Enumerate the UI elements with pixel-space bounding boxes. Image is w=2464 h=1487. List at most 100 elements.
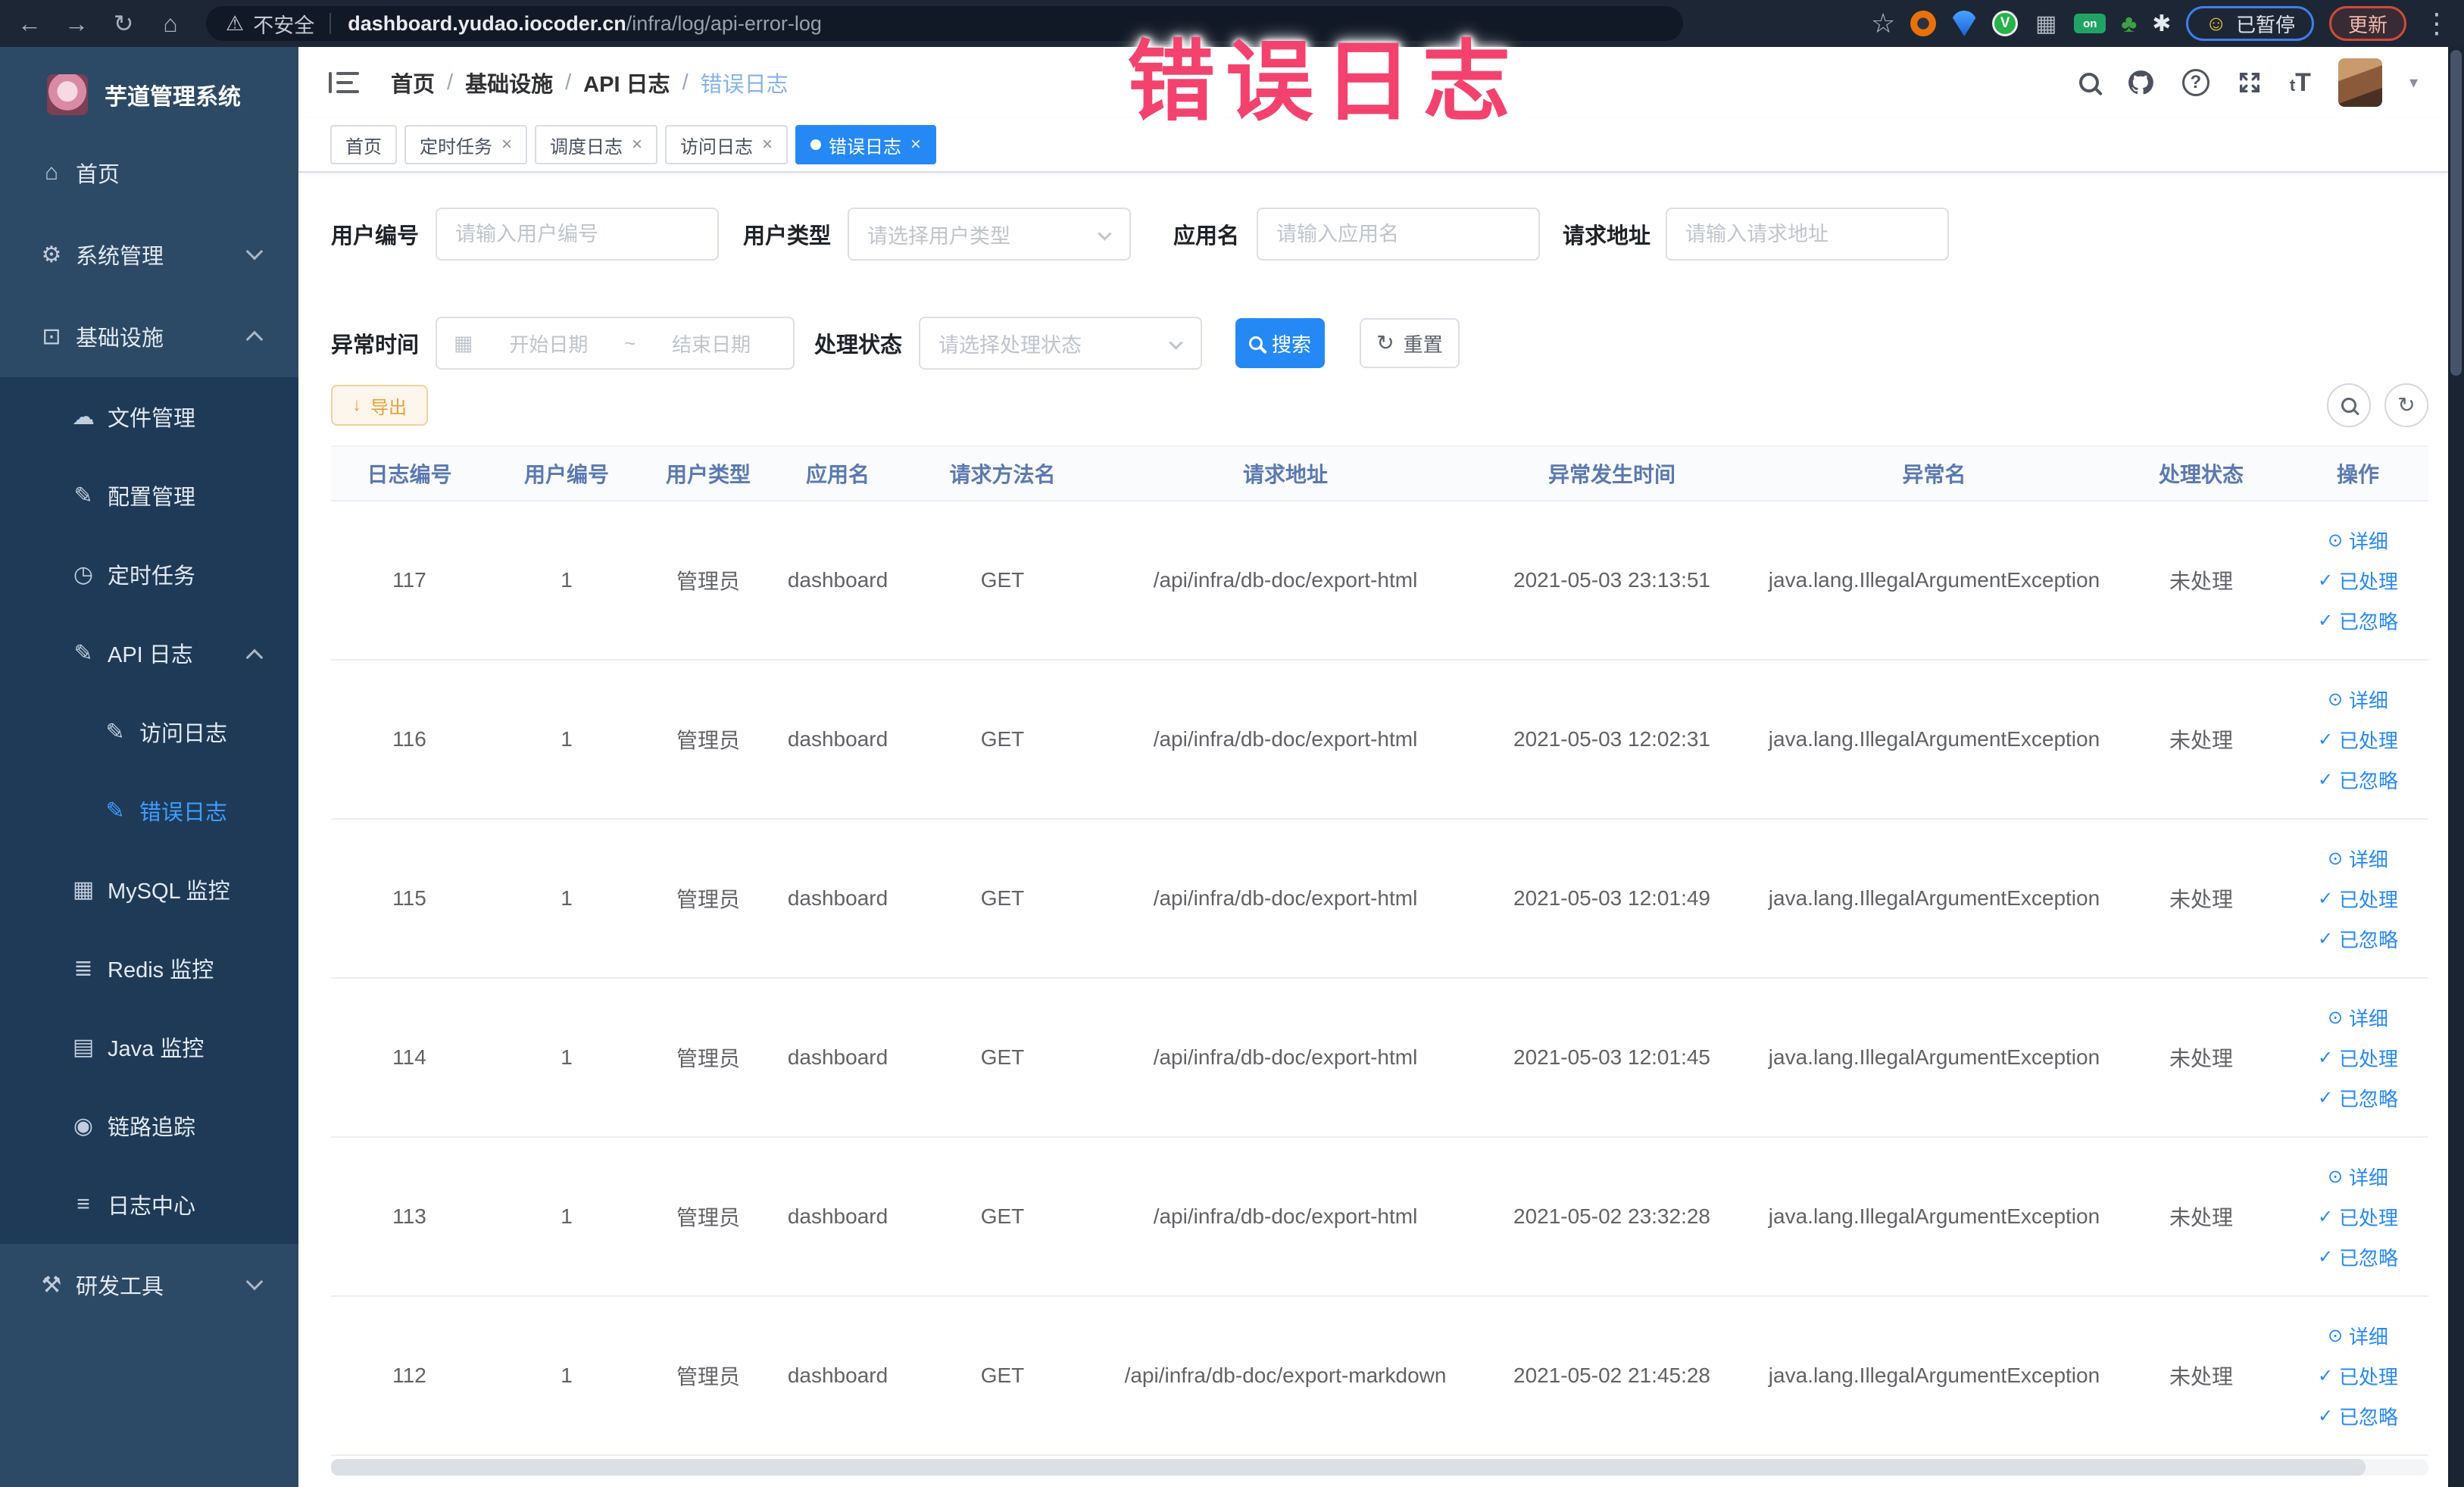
refresh-table-button[interactable]: ↻ xyxy=(2384,383,2428,427)
address-bar[interactable]: ⚠ 不安全 dashboard.yudao.iocoder.cn/infra/l… xyxy=(206,6,1683,41)
sidebar-item-redis-monitor[interactable]: ≣ Redis 监控 xyxy=(0,929,298,1007)
sidebar-item-home[interactable]: ⌂ 首页 xyxy=(0,132,298,214)
row-actions: ⊙ 详细 ✓ 已处理 ✓ 已忽略 xyxy=(2288,686,2428,794)
cell-user-type: 管理员 xyxy=(676,570,740,593)
action-ignored-link[interactable]: ✓ 已忽略 xyxy=(2318,1243,2398,1271)
action-processed-link[interactable]: ✓ 已处理 xyxy=(2318,726,2398,754)
action-ignored-link[interactable]: ✓ 已忽略 xyxy=(2318,1402,2398,1430)
sidebar-item-infrastructure[interactable]: ⊡ 基础设施 xyxy=(0,295,298,377)
page-scrollbar[interactable] xyxy=(2448,47,2464,1487)
user-id-input[interactable] xyxy=(436,208,719,261)
action-ignored-link[interactable]: ✓ 已忽略 xyxy=(2318,766,2398,794)
sidebar-item-trace[interactable]: ◉ 链路追踪 xyxy=(0,1086,298,1165)
action-detail-link[interactable]: ⊙ 详细 xyxy=(2328,845,2388,873)
sidebar-item-java-monitor[interactable]: ▤ Java 监控 xyxy=(0,1007,298,1086)
breadcrumb-item[interactable]: 基础设施 xyxy=(465,67,553,98)
forward-icon[interactable]: → xyxy=(59,6,94,41)
extension-shield-icon[interactable] xyxy=(1951,11,1978,36)
tab-home[interactable]: 首页 xyxy=(330,125,397,164)
cell-user-id: 1 xyxy=(561,727,573,751)
sidebar-item-file-management[interactable]: ☁ 文件管理 xyxy=(0,377,298,456)
action-processed-link[interactable]: ✓ 已处理 xyxy=(2318,1203,2398,1231)
font-size-icon[interactable]: tT xyxy=(2290,68,2311,98)
cell-exception: java.lang.IllegalArgumentException xyxy=(1768,1204,2100,1228)
sidebar-item-scheduled-tasks[interactable]: ◷ 定时任务 xyxy=(0,535,298,614)
back-icon[interactable]: ← xyxy=(12,6,47,41)
extension-orange-icon[interactable] xyxy=(1910,11,1937,36)
user-type-select[interactable]: 请选择用户类型 xyxy=(848,208,1131,261)
action-detail-link[interactable]: ⊙ 详细 xyxy=(2328,1322,2388,1350)
tools-icon: ⚒ xyxy=(41,1272,62,1298)
help-icon[interactable]: ? xyxy=(2181,69,2209,96)
sidebar-item-system-management[interactable]: ⚙ 系统管理 xyxy=(0,214,298,295)
action-detail-link[interactable]: ⊙ 详细 xyxy=(2328,1163,2388,1191)
user-avatar[interactable] xyxy=(2338,58,2382,107)
action-processed-link[interactable]: ✓ 已处理 xyxy=(2318,1362,2398,1390)
sidebar-item-config-management[interactable]: ✎ 配置管理 xyxy=(0,456,298,535)
action-detail-link[interactable]: ⊙ 详细 xyxy=(2328,686,2388,714)
sidebar-item-label: 研发工具 xyxy=(76,1275,164,1299)
sidebar-item-label: 链路追踪 xyxy=(108,1116,196,1140)
github-icon[interactable] xyxy=(2126,68,2155,97)
sidebar-item-label: 定时任务 xyxy=(108,564,196,589)
extension-grid-icon[interactable]: ▦ xyxy=(2033,11,2059,37)
horizontal-scrollbar-thumb[interactable] xyxy=(331,1459,2366,1476)
sidebar-item-dev-tools[interactable]: ⚒ 研发工具 xyxy=(0,1244,298,1326)
sidebar-toggle-icon[interactable] xyxy=(329,70,359,95)
extensions-puzzle-icon[interactable]: ✱ xyxy=(2152,11,2171,37)
date-range-input[interactable]: ▦ 开始日期 ~ 结束日期 xyxy=(436,317,795,370)
search-icon xyxy=(1248,336,1263,350)
action-label: 详细 xyxy=(2349,530,2389,553)
extension-plant-icon[interactable]: ♣ xyxy=(2121,10,2137,38)
search-icon[interactable] xyxy=(2078,73,2099,92)
reset-button[interactable]: ↻ 重置 xyxy=(1360,318,1460,368)
home-icon[interactable]: ⌂ xyxy=(153,6,188,41)
close-icon[interactable]: × xyxy=(762,134,773,155)
action-detail-link[interactable]: ⊙ 详细 xyxy=(2328,1004,2388,1032)
cell-actions: ⊙ 详细 ✓ 已处理 ✓ 已忽略 xyxy=(2288,686,2428,794)
action-processed-link[interactable]: ✓ 已处理 xyxy=(2318,1044,2398,1072)
action-processed-link[interactable]: ✓ 已处理 xyxy=(2318,567,2398,595)
breadcrumb-item[interactable]: 首页 xyxy=(391,67,435,98)
tab-schedule-log[interactable]: 调度日志 × xyxy=(535,125,658,164)
browser-menu-icon[interactable]: ⋮ xyxy=(2423,8,2450,39)
toggle-search-button[interactable] xyxy=(2327,383,2371,427)
reload-icon[interactable]: ↻ xyxy=(106,6,141,41)
tab-scheduled-tasks[interactable]: 定时任务 × xyxy=(404,125,528,164)
cell-time: 2021-05-02 21:45:28 xyxy=(1513,1364,1710,1387)
tab-access-log[interactable]: 访问日志 × xyxy=(665,125,789,164)
request-url-input[interactable] xyxy=(1666,208,1949,261)
action-ignored-link[interactable]: ✓ 已忽略 xyxy=(2318,925,2398,953)
extension-green-v-icon[interactable]: V xyxy=(1992,11,2019,36)
extension-on-toggle-icon[interactable]: on xyxy=(2074,14,2106,33)
close-icon[interactable]: × xyxy=(501,134,512,155)
cell-exception: java.lang.IllegalArgumentException xyxy=(1768,886,2100,910)
app-name-input[interactable] xyxy=(1257,208,1540,261)
search-button[interactable]: 搜索 xyxy=(1235,318,1325,368)
update-button[interactable]: 更新 xyxy=(2328,6,2406,41)
sidebar-item-log-center[interactable]: ≡ 日志中心 xyxy=(0,1165,298,1244)
action-ignored-link[interactable]: ✓ 已忽略 xyxy=(2318,607,2398,635)
bookmark-star-icon[interactable]: ☆ xyxy=(1871,8,1895,39)
avatar-caret-icon[interactable]: ▾ xyxy=(2409,73,2418,92)
sidebar-item-mysql-monitor[interactable]: ▦ MySQL 监控 xyxy=(0,850,298,929)
horizontal-scrollbar[interactable] xyxy=(331,1459,2428,1476)
export-button[interactable]: ↓ 导出 xyxy=(331,385,428,426)
sidebar-item-error-log[interactable]: ✎ 错误日志 xyxy=(0,771,298,850)
breadcrumb-item[interactable]: API 日志 xyxy=(583,67,670,98)
cell-actions: ⊙ 详细 ✓ 已处理 ✓ 已忽略 xyxy=(2288,526,2428,635)
sidebar-item-access-log[interactable]: ✎ 访问日志 xyxy=(0,692,298,771)
action-detail-link[interactable]: ⊙ 详细 xyxy=(2328,526,2388,555)
paused-pill[interactable]: ☺ 已暂停 xyxy=(2186,6,2314,41)
tab-error-log[interactable]: 错误日志 × xyxy=(795,125,937,164)
breadcrumb-separator: / xyxy=(682,70,689,95)
process-status-label: 处理状态 xyxy=(814,333,903,358)
action-ignored-link[interactable]: ✓ 已忽略 xyxy=(2318,1084,2398,1112)
close-icon[interactable]: × xyxy=(910,134,921,155)
process-status-select[interactable]: 请选择处理状态 xyxy=(919,317,1202,370)
fullscreen-icon[interactable] xyxy=(2237,70,2263,95)
action-processed-link[interactable]: ✓ 已处理 xyxy=(2318,885,2398,913)
close-icon[interactable]: × xyxy=(632,134,642,155)
sidebar-item-api-log[interactable]: ✎ API 日志 xyxy=(0,614,298,692)
page-scrollbar-thumb[interactable] xyxy=(2450,50,2462,376)
